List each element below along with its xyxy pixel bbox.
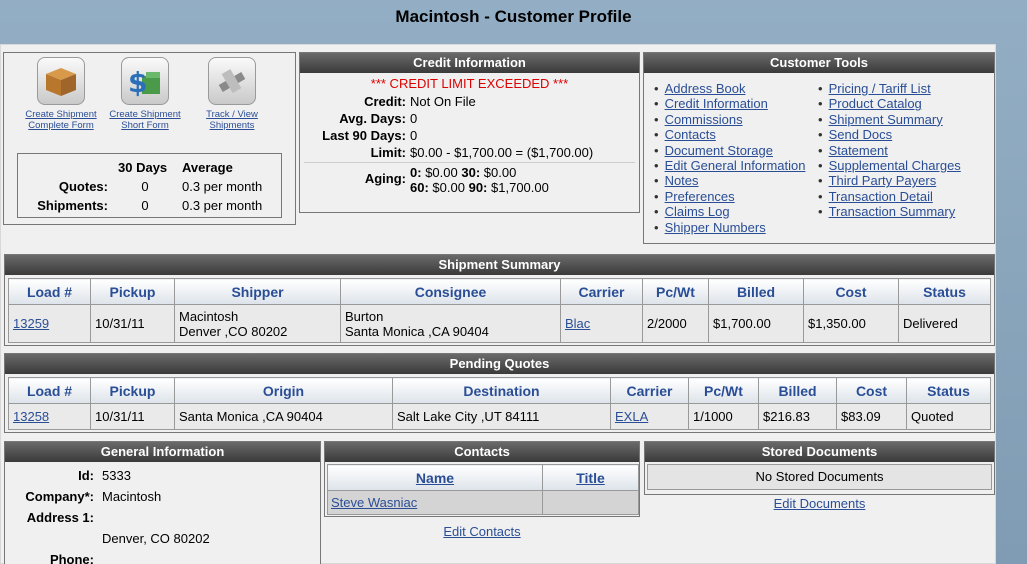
table-row: 13258 10/31/11 Santa Monica ,CA 90404 Sa… — [8, 403, 991, 430]
quotes-average: 0.3 per month — [182, 179, 263, 194]
contacts-panel: Contacts Name Title Steve Wasniac — [324, 441, 640, 517]
box-icon — [37, 57, 85, 105]
table-row: Steve Wasniac — [327, 490, 639, 515]
credit-limit-warning: *** CREDIT LIMIT EXCEEDED *** — [370, 76, 569, 91]
pending-quotes-title: Pending Quotes — [5, 354, 994, 374]
tool-document-storage: Document Storage — [654, 143, 805, 158]
tool-edit-general-information: Edit General Information — [654, 158, 806, 173]
track-icon — [208, 57, 256, 105]
tool-notes: Notes — [654, 173, 805, 188]
pending-quotes-panel: Pending Quotes Load # Pickup Origin Dest… — [4, 353, 995, 433]
tool-commissions: Commissions — [654, 112, 805, 127]
address-1 — [99, 508, 213, 527]
tool-credit-information: Credit Information — [654, 96, 805, 111]
shipments-30-days: 0 — [141, 198, 149, 213]
carrier-link[interactable]: EXLA — [615, 409, 648, 424]
shipment-summary-title: Shipment Summary — [5, 255, 994, 275]
tool-pricing-tariff-list: Pricing / Tariff List — [818, 81, 961, 96]
contacts-title: Contacts — [325, 442, 639, 462]
contacts-name-header[interactable]: Name — [327, 464, 543, 491]
tools-list-right: Pricing / Tariff List Product Catalog Sh… — [818, 81, 961, 220]
tool-statement: Statement — [818, 143, 961, 158]
create-shipment-complete-button[interactable]: Create Shipment Complete Form — [16, 57, 106, 131]
tool-claims-log: Claims Log — [654, 204, 805, 219]
table-header-row: Load # Pickup Shipper Consignee Carrier … — [8, 278, 991, 305]
tool-address-book: Address Book — [654, 81, 805, 96]
load-link[interactable]: 13259 — [13, 316, 49, 331]
profile-page: Create Shipment Complete Form $ Create Sh… — [0, 44, 996, 564]
create-shipment-short-button[interactable]: $ Create Shipment Short Form — [100, 57, 190, 131]
create-shipment-complete-link[interactable]: Create Shipment Complete Form — [25, 109, 96, 131]
svg-text:$: $ — [128, 66, 147, 99]
credit-information-panel: Credit Information *** CREDIT LIMIT EXCE… — [299, 52, 640, 213]
general-information-panel: General Information Id: 5333 Company*: Mac… — [4, 441, 321, 564]
general-information-title: General Information — [5, 442, 320, 462]
page-title: Macintosh - Customer Profile — [395, 7, 632, 26]
tool-preferences: Preferences — [654, 189, 805, 204]
shipment-summary-panel: Shipment Summary Load # Pickup Shipper C… — [4, 254, 995, 346]
phone — [99, 550, 213, 564]
quotes-30-days: 0 — [141, 179, 149, 194]
contacts-title-header[interactable]: Title — [542, 464, 639, 491]
create-shipment-short-link[interactable]: Create Shipment Short Form — [109, 109, 180, 131]
activity-stats: 30 Days Average Quotes: 0 0.3 per month … — [17, 153, 282, 218]
tool-shipper-numbers: Shipper Numbers — [654, 220, 805, 235]
tool-supplemental-charges: Supplemental Charges — [818, 158, 961, 173]
tools-list-left: Address Book Credit Information Commissi… — [654, 81, 806, 235]
customer-id: 5333 — [102, 468, 131, 483]
quotes-label: Quotes: — [58, 179, 108, 194]
track-view-shipments-link[interactable]: Track / View Shipments — [206, 109, 258, 131]
company-name: Macintosh — [102, 489, 162, 504]
tool-product-catalog: Product Catalog — [818, 96, 961, 111]
edit-contacts-link[interactable]: Edit Contacts — [324, 524, 640, 539]
shipments-label: Shipments: — [37, 198, 108, 213]
tool-contacts: Contacts — [654, 127, 805, 142]
stored-documents-title: Stored Documents — [645, 442, 994, 462]
load-link[interactable]: 13258 — [13, 409, 49, 424]
credit-information-title: Credit Information — [300, 53, 639, 73]
last-90-days-value: 0 — [410, 128, 418, 143]
stored-documents-panel: Stored Documents No Stored Documents — [644, 441, 995, 495]
customer-tools-panel: Customer Tools Address Book Credit Infor… — [643, 52, 995, 244]
city-state-zip: Denver, CO 80202 — [102, 531, 210, 546]
edit-documents-link[interactable]: Edit Documents — [644, 496, 995, 511]
customer-tools-title: Customer Tools — [644, 53, 994, 73]
money-icon: $ — [121, 57, 169, 105]
contact-name-link[interactable]: Steve Wasniac — [331, 495, 417, 510]
action-panel: Create Shipment Complete Form $ Create Sh… — [3, 52, 296, 225]
credit-value: Not On File — [410, 94, 476, 109]
avg-days-value: 0 — [410, 111, 418, 126]
track-view-shipments-button[interactable]: Track / View Shipments — [187, 57, 277, 131]
carrier-link[interactable]: Blac — [565, 316, 590, 331]
pending-quotes-table: Load # Pickup Origin Destination Carrier… — [8, 377, 991, 430]
table-header-row: Load # Pickup Origin Destination Carrier… — [8, 377, 991, 404]
tool-shipment-summary: Shipment Summary — [818, 112, 961, 127]
table-row: 13259 10/31/11 Macintosh Denver ,CO 80202… — [8, 304, 991, 343]
shipment-summary-table: Load # Pickup Shipper Consignee Carrier … — [8, 278, 991, 343]
shipments-average: 0.3 per month — [182, 198, 263, 213]
tool-send-docs: Send Docs — [818, 127, 961, 142]
aging-values: 0: $0.00 30: $0.00 60: $0.00 90: $1,700.… — [410, 165, 549, 195]
tool-transaction-summary: Transaction Summary — [818, 204, 961, 219]
limit-value: $0.00 - $1,700.00 = ($1,700.00) — [410, 145, 594, 160]
no-documents-message: No Stored Documents — [647, 464, 992, 490]
tool-transaction-detail: Transaction Detail — [818, 189, 961, 204]
contacts-table: Name Title Steve Wasniac — [327, 464, 639, 515]
tool-third-party-payers: Third Party Payers — [818, 173, 961, 188]
